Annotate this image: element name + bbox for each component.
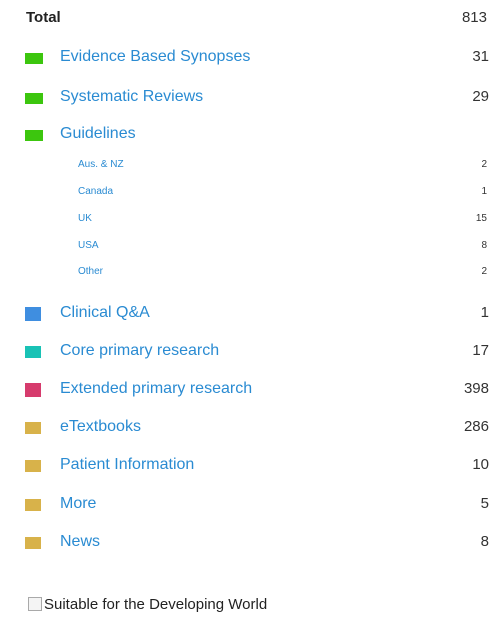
- category-evidence-based-synopses[interactable]: Evidence Based Synopses 31: [0, 47, 493, 71]
- guidelines-sub-canada[interactable]: Canada 1: [0, 185, 493, 201]
- category-count: 10: [472, 456, 489, 473]
- category-count: 398: [463, 380, 489, 397]
- total-row: Total 813: [0, 8, 493, 32]
- category-swatch: [25, 537, 41, 549]
- category-swatch: [25, 460, 41, 472]
- category-swatch: [25, 130, 43, 141]
- total-label: Total: [26, 9, 61, 26]
- guidelines-sub-count: 8: [481, 240, 487, 251]
- category-swatch: [25, 307, 41, 321]
- category-label[interactable]: More: [60, 494, 96, 514]
- category-label[interactable]: eTextbooks: [60, 417, 141, 437]
- guidelines-sub-count: 15: [475, 213, 487, 224]
- category-label[interactable]: Patient Information: [60, 455, 194, 475]
- category-swatch: [25, 93, 43, 104]
- category-swatch: [25, 383, 41, 397]
- guidelines-sub-label[interactable]: Aus. & NZ: [78, 158, 124, 172]
- category-label[interactable]: Clinical Q&A: [60, 303, 150, 323]
- guidelines-sub-other[interactable]: Other 2: [0, 265, 493, 281]
- guidelines-sub-count: 2: [481, 266, 487, 277]
- category-count: 29: [472, 88, 489, 105]
- category-label[interactable]: News: [60, 532, 100, 552]
- category-swatch: [25, 346, 41, 358]
- guidelines-sub-uk[interactable]: UK 15: [0, 212, 493, 228]
- guidelines-sub-count: 2: [481, 159, 487, 170]
- category-count: 31: [472, 48, 489, 65]
- category-count: 1: [480, 304, 489, 321]
- category-systematic-reviews[interactable]: Systematic Reviews 29: [0, 87, 493, 111]
- category-extended-primary-research[interactable]: Extended primary research 398: [0, 379, 493, 403]
- category-patient-information[interactable]: Patient Information 10: [0, 455, 493, 479]
- category-count: 5: [480, 495, 489, 512]
- category-swatch: [25, 422, 41, 434]
- category-label[interactable]: Core primary research: [60, 341, 219, 361]
- category-label[interactable]: Extended primary research: [60, 379, 252, 399]
- guidelines-sub-aus-nz[interactable]: Aus. & NZ 2: [0, 158, 493, 174]
- category-clinical-qa[interactable]: Clinical Q&A 1: [0, 303, 493, 327]
- guidelines-sub-count: 1: [481, 186, 487, 197]
- category-count: 286: [463, 418, 489, 435]
- guidelines-sub-label[interactable]: USA: [78, 239, 99, 253]
- category-label[interactable]: Systematic Reviews: [60, 87, 203, 107]
- category-count: 8: [480, 533, 489, 550]
- category-count: 17: [472, 342, 489, 359]
- category-swatch: [25, 53, 43, 64]
- category-label[interactable]: Guidelines: [60, 124, 136, 144]
- developing-world-checkbox[interactable]: [28, 597, 42, 611]
- guidelines-sub-label[interactable]: Other: [78, 265, 103, 279]
- guidelines-sub-label[interactable]: UK: [78, 212, 92, 226]
- category-more[interactable]: More 5: [0, 494, 493, 518]
- total-count: 813: [461, 9, 487, 26]
- category-swatch: [25, 499, 41, 511]
- category-news[interactable]: News 8: [0, 532, 493, 556]
- category-core-primary-research[interactable]: Core primary research 17: [0, 341, 493, 365]
- category-guidelines[interactable]: Guidelines: [0, 124, 493, 148]
- category-etextbooks[interactable]: eTextbooks 286: [0, 417, 493, 441]
- developing-world-label[interactable]: Suitable for the Developing World: [44, 596, 267, 614]
- guidelines-sub-usa[interactable]: USA 8: [0, 239, 493, 255]
- guidelines-sub-label[interactable]: Canada: [78, 185, 113, 199]
- category-label[interactable]: Evidence Based Synopses: [60, 47, 250, 67]
